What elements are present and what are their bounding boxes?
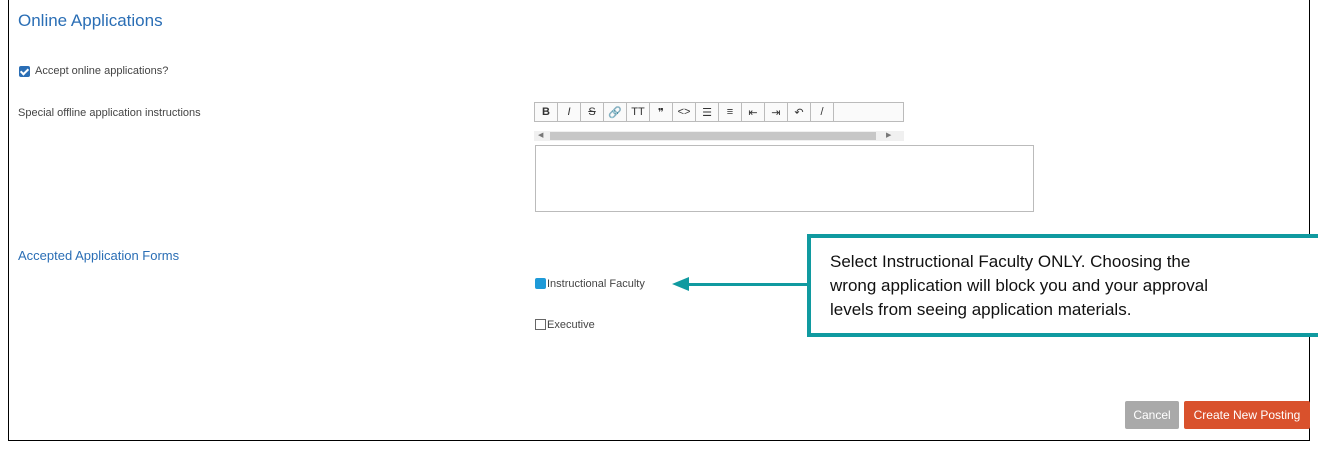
instruction-callout: Select Instructional Faculty ONLY. Choos… <box>807 234 1318 337</box>
italic-icon[interactable]: I <box>558 103 581 121</box>
indent-icon[interactable]: ⇥ <box>765 103 788 121</box>
bold-icon[interactable]: B <box>535 103 558 121</box>
bullet-list-icon[interactable]: ☰ <box>696 103 719 121</box>
scroll-right-icon[interactable]: ▶ <box>886 131 891 141</box>
link-icon[interactable]: 🔗 <box>604 103 627 121</box>
executive-checkbox[interactable] <box>535 319 546 330</box>
instructional-faculty-checkbox[interactable] <box>535 278 546 289</box>
accept-online-checkbox[interactable] <box>19 66 30 77</box>
arrow-left-icon <box>672 277 689 291</box>
callout-arrow-line <box>688 283 808 286</box>
undo-icon[interactable]: ↶ <box>788 103 811 121</box>
offline-instructions-label: Special offline application instructions <box>18 107 201 119</box>
numbered-list-icon[interactable]: ≡ <box>719 103 742 121</box>
callout-line-3: levels from seeing application materials… <box>830 300 1132 319</box>
heading-icon[interactable]: TT <box>627 103 650 121</box>
cancel-button[interactable]: Cancel <box>1125 401 1179 429</box>
section-title-online-applications: Online Applications <box>18 11 163 30</box>
quote-icon[interactable]: ❞ <box>650 103 673 121</box>
executive-label: Executive <box>547 319 595 331</box>
toolbar-scrollbar[interactable]: ◀ ▶ <box>534 131 904 141</box>
accept-online-label: Accept online applications? <box>35 65 169 77</box>
code-icon[interactable]: <> <box>673 103 696 121</box>
callout-line-1: Select Instructional Faculty ONLY. Choos… <box>830 252 1191 271</box>
strikethrough-icon[interactable]: S <box>581 103 604 121</box>
offline-instructions-editor[interactable] <box>535 145 1034 212</box>
create-new-posting-button[interactable]: Create New Posting <box>1184 401 1310 429</box>
outdent-icon[interactable]: ⇤ <box>742 103 765 121</box>
scroll-thumb[interactable] <box>550 132 876 140</box>
instructional-faculty-label: Instructional Faculty <box>547 278 645 290</box>
redo-icon[interactable]: / <box>811 103 834 121</box>
form-panel <box>8 0 1310 441</box>
accepted-forms-title: Accepted Application Forms <box>18 248 180 263</box>
scroll-left-icon[interactable]: ◀ <box>538 131 543 141</box>
editor-toolbar: B I S 🔗 TT ❞ <> ☰ ≡ ⇤ ⇥ ↶ / <box>534 102 904 122</box>
callout-line-2: wrong application will block you and you… <box>830 276 1208 295</box>
